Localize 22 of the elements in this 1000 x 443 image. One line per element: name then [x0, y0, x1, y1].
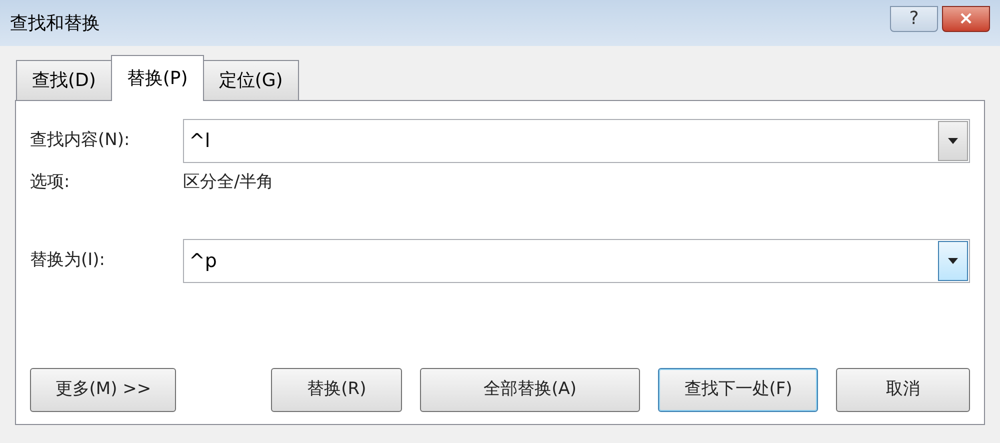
tab[interactable]: 定位(G) [202, 60, 299, 100]
dialog-button[interactable]: 全部替换(A) [420, 368, 640, 412]
window-title: 查找和替换 [10, 12, 101, 36]
combo-field[interactable]: ^p [183, 239, 970, 283]
options-value: 区分全/半角 [183, 171, 274, 194]
tab[interactable]: 查找(D) [16, 60, 112, 100]
caret-icon [948, 138, 958, 144]
dialog-button[interactable]: 查找下一处(F) [658, 368, 818, 412]
dialog-button[interactable]: 更多(M) >> [30, 368, 176, 412]
field-label: 查找内容(N): [30, 129, 131, 152]
field-value: ^l [188, 128, 212, 154]
dialog-button[interactable]: 替换(R) [271, 368, 402, 412]
tab[interactable]: 替换(P) [110, 55, 204, 101]
field-value: ^p [188, 248, 218, 274]
field-label: 替换为(I): [30, 249, 106, 272]
options-label: 选项: [30, 171, 71, 194]
combo-field[interactable]: ^l [183, 119, 970, 163]
dropdown-button[interactable] [938, 241, 968, 281]
caret-icon [948, 258, 958, 264]
help-button[interactable]: ? [890, 6, 938, 32]
dropdown-button[interactable] [938, 121, 968, 161]
dialog-button[interactable]: 取消 [836, 368, 970, 412]
